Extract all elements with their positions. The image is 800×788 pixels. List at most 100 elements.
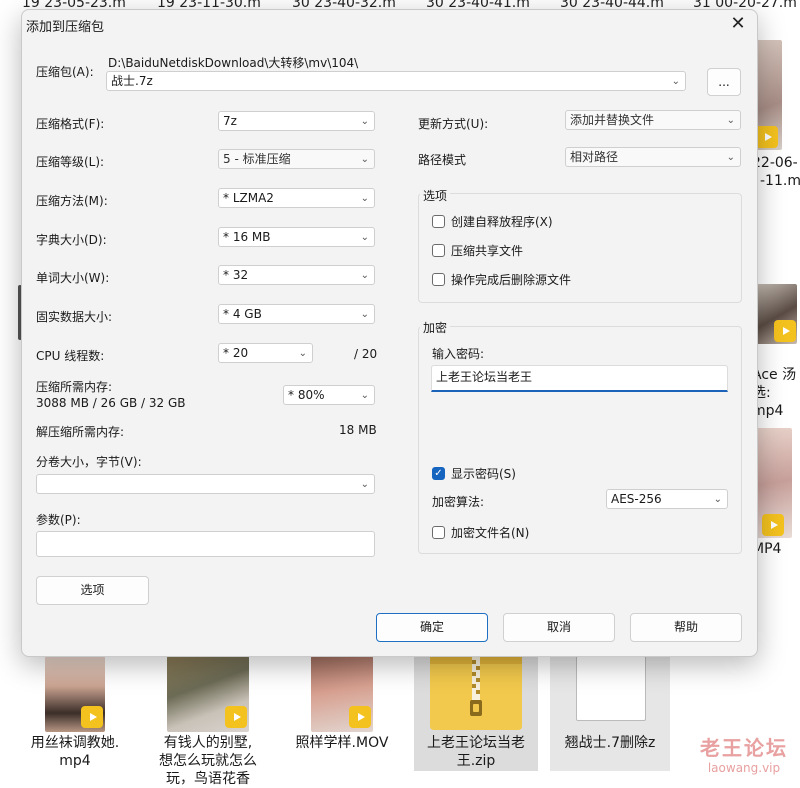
sfx-checkbox[interactable] — [432, 215, 445, 228]
watermark-logo: 老王论坛 — [700, 736, 788, 760]
level-select[interactable]: 5 - 标准压缩 ⌄ — [218, 149, 375, 169]
file-label-line: 照样学样.MOV — [295, 735, 389, 751]
pathmode-label: 路径模式 — [418, 153, 467, 167]
password-value: 上老王论坛当老王 — [436, 370, 533, 384]
file-name[interactable]: Ace 汤 — [752, 366, 796, 384]
shared-option[interactable]: 压缩共享文件 — [432, 242, 523, 259]
params-input[interactable] — [36, 531, 375, 557]
sfx-label: 创建自释放程序(X) — [451, 215, 553, 229]
file-label[interactable]: 翘战士.7删除z — [552, 734, 668, 752]
format-label: 压缩格式(F): — [36, 117, 105, 131]
video-thumbnail[interactable] — [752, 284, 797, 344]
options-button[interactable]: 选项 — [36, 576, 149, 605]
threads-value: * 20 — [223, 346, 249, 360]
chevron-down-icon: ⌄ — [360, 116, 369, 127]
file-label-line: 玩，鸟语花香 — [166, 771, 250, 787]
shared-label: 压缩共享文件 — [451, 244, 524, 258]
chevron-down-icon: ⌄ — [726, 152, 735, 163]
dialog-title: 添加到压缩包 — [26, 20, 105, 35]
delete-source-checkbox[interactable] — [432, 273, 445, 286]
chevron-down-icon: ⌄ — [726, 115, 735, 126]
method-select[interactable]: * LZMA2 ⌄ — [218, 188, 375, 208]
format-select[interactable]: 7z ⌄ — [218, 111, 375, 131]
file-name[interactable]: 22-06- — [752, 154, 798, 172]
threads-select[interactable]: * 20 ⌄ — [218, 343, 313, 363]
file-label[interactable]: 上老王论坛当老 王.zip — [418, 734, 534, 770]
file-label-line: 用丝袜调教她. — [30, 735, 120, 751]
player-icon — [349, 706, 371, 728]
update-select[interactable]: 添加并替换文件 ⌄ — [565, 110, 741, 130]
encrypt-names-label: 加密文件名(N) — [451, 526, 530, 540]
chevron-down-icon: ⌄ — [713, 494, 722, 505]
video-thumbnail[interactable] — [311, 656, 373, 732]
file-name[interactable]: -11.m — [760, 172, 800, 190]
password-input[interactable]: 上老王论坛当老王 — [431, 365, 728, 392]
file-label[interactable]: 照样学样.MOV — [288, 734, 396, 752]
archive-label: 压缩包(A): — [36, 65, 94, 79]
file-label-line: 上老王论坛当老 — [427, 735, 525, 751]
watermark: 老王论坛 laowang.vip — [700, 732, 788, 775]
volume-label: 分卷大小，字节(V): — [36, 455, 142, 469]
dialog-titlebar[interactable]: 添加到压缩包 ✕ — [22, 10, 757, 40]
chevron-down-icon: ⌄ — [360, 232, 369, 243]
method-value: * LZMA2 — [223, 191, 274, 205]
show-password-checkbox[interactable]: ✓ — [432, 467, 445, 480]
file-label[interactable]: 有钱人的别墅, 想怎么玩就怎么 玩，鸟语花香 — [154, 734, 262, 788]
method-label: 压缩方法(M): — [36, 194, 108, 208]
video-thumbnail[interactable] — [752, 428, 792, 538]
dict-label: 字典大小(D): — [36, 233, 107, 247]
player-icon — [762, 514, 784, 536]
player-icon — [225, 706, 247, 728]
word-value: * 32 — [223, 268, 249, 282]
pathmode-value: 相对路径 — [570, 150, 619, 164]
format-value: 7z — [223, 114, 237, 128]
browse-button[interactable]: ... — [707, 68, 741, 96]
threads-max: / 20 — [354, 347, 378, 361]
pathmode-select[interactable]: 相对路径 ⌄ — [565, 147, 741, 167]
enc-method-label: 加密算法: — [432, 495, 485, 509]
zip-archive-icon — [426, 656, 526, 732]
ok-button[interactable]: 确定 — [376, 613, 488, 642]
file-label-line: 想怎么玩就怎么 — [159, 753, 257, 769]
password-label: 输入密码: — [432, 347, 485, 361]
word-select[interactable]: * 32 ⌄ — [218, 265, 375, 285]
decomp-value: 18 MB — [339, 423, 377, 437]
delete-source-option[interactable]: 操作完成后删除源文件 — [432, 271, 571, 288]
chevron-down-icon: ⌄ — [360, 270, 369, 281]
help-button[interactable]: 帮助 — [630, 613, 742, 642]
player-icon — [774, 320, 796, 342]
chevron-down-icon: ⌄ — [298, 348, 307, 359]
update-value: 添加并替换文件 — [570, 113, 655, 127]
close-icon[interactable]: ✕ — [727, 13, 749, 35]
chevron-down-icon: ⌄ — [360, 479, 369, 490]
options-group-title: 选项 — [420, 187, 451, 204]
sfx-option[interactable]: 创建自释放程序(X) — [432, 213, 553, 230]
chevron-down-icon[interactable]: ⌄ — [672, 73, 680, 91]
encryption-group-title: 加密 — [420, 319, 451, 336]
mem-percent-select[interactable]: * 80% ⌄ — [283, 385, 375, 405]
show-password-option[interactable]: ✓ 显示密码(S) — [432, 465, 516, 482]
encrypt-names-checkbox[interactable] — [432, 526, 445, 539]
add-to-archive-dialog: 添加到压缩包 ✕ 压缩包(A): D:\BaiduNetdiskDownload… — [21, 9, 758, 657]
solid-value: * 4 GB — [223, 307, 262, 321]
dict-select[interactable]: * 16 MB ⌄ — [218, 227, 375, 247]
word-label: 单词大小(W): — [36, 271, 110, 285]
video-thumbnail[interactable] — [167, 656, 249, 732]
chevron-down-icon: ⌄ — [360, 154, 369, 165]
solid-select[interactable]: * 4 GB ⌄ — [218, 304, 375, 324]
cancel-button[interactable]: 取消 — [503, 613, 615, 642]
shared-checkbox[interactable] — [432, 244, 445, 257]
dict-value: * 16 MB — [223, 230, 271, 244]
encrypt-names-option[interactable]: 加密文件名(N) — [432, 524, 529, 541]
volume-combo[interactable]: ⌄ — [36, 474, 375, 494]
video-thumbnail[interactable] — [45, 656, 105, 732]
watermark-url: laowang.vip — [707, 761, 781, 775]
chevron-down-icon: ⌄ — [360, 390, 369, 401]
player-icon — [81, 706, 103, 728]
archive-path: D:\BaiduNetdiskDownload\大转移\mv\104\ — [108, 56, 359, 70]
threads-label: CPU 线程数: — [36, 349, 105, 363]
archive-name-combo[interactable]: 战士.7z ⌄ — [106, 71, 686, 91]
blank-file-icon — [576, 656, 646, 721]
file-label[interactable]: 用丝袜调教她. mp4 — [28, 734, 122, 770]
enc-method-select[interactable]: AES-256 ⌄ — [606, 489, 728, 509]
